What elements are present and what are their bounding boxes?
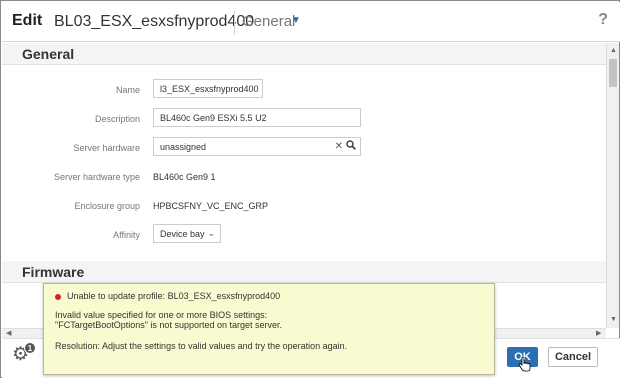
chevron-down-icon[interactable]: ▼ [291,15,301,26]
error-message-panel: Unable to update profile: BL03_ESX_esxsf… [43,283,495,375]
scroll-left-arrow-icon[interactable]: ◀ [6,329,11,337]
firmware-section-title: Firmware [22,264,85,280]
server-hardware-type-value: BL460c Gen9 1 [153,172,216,182]
edit-label: Edit [12,12,43,29]
vertical-scroll-thumb[interactable] [609,59,617,87]
name-label: Name [115,85,140,95]
server-hardware-input[interactable]: unassigned ✕ [153,137,361,156]
error-detail-line-1: Invalid value specified for one or more … [55,310,268,320]
dialog-header: Edit BL03_ESX_esxsfnyprod400 General ▼ ? [2,2,620,42]
affinity-label: Affinity [113,230,140,240]
server-hardware-label: Server hardware [73,143,140,153]
affinity-value: Device bay [160,229,205,239]
error-icon [55,294,61,300]
clear-icon[interactable]: ✕ [335,141,343,152]
description-input-value: BL460c Gen9 ESXi 5.5 U2 [160,113,267,123]
firmware-section-header: Firmware [2,261,606,283]
hand-cursor-icon [518,357,531,372]
vertical-scrollbar[interactable]: ▲ ▼ [606,43,619,328]
activity-count-badge: 1 [24,342,36,354]
server-hardware-type-label: Server hardware type [53,172,140,182]
search-icon[interactable] [346,140,356,150]
server-hardware-actions: ✕ [335,140,356,152]
cancel-button[interactable]: Cancel [548,347,598,367]
description-input[interactable]: BL460c Gen9 ESXi 5.5 U2 [153,108,361,127]
general-section-title: General [22,46,75,62]
scroll-up-arrow-icon[interactable]: ▲ [610,47,617,54]
help-icon[interactable]: ? [598,11,608,29]
enclosure-group-value: HPBCSFNY_VC_ENC_GRP [153,201,269,211]
header-divider [234,11,235,35]
enclosure-group-label: Enclosure group [74,201,140,211]
error-detail-line-2: "FCTargetBootOptions" is not supported o… [55,320,283,330]
scroll-right-arrow-icon[interactable]: ▶ [596,329,601,337]
server-hardware-value: unassigned [160,142,207,152]
error-title: Unable to update profile: BL03_ESX_esxsf… [67,291,281,301]
name-input-value: l3_ESX_esxsfnyprod400 [160,84,259,94]
profile-name-title: BL03_ESX_esxsfnyprod400 [54,13,255,30]
general-section-header: General [2,43,606,65]
chevron-down-icon: ⌄ [207,228,215,238]
name-input[interactable]: l3_ESX_esxsfnyprod400 [153,79,263,98]
error-resolution: Resolution: Adjust the settings to valid… [55,341,348,351]
view-selector[interactable]: General [242,13,295,30]
description-label: Description [94,114,140,124]
scroll-down-arrow-icon[interactable]: ▼ [610,316,617,323]
affinity-select[interactable]: Device bay ⌄ [153,224,221,243]
